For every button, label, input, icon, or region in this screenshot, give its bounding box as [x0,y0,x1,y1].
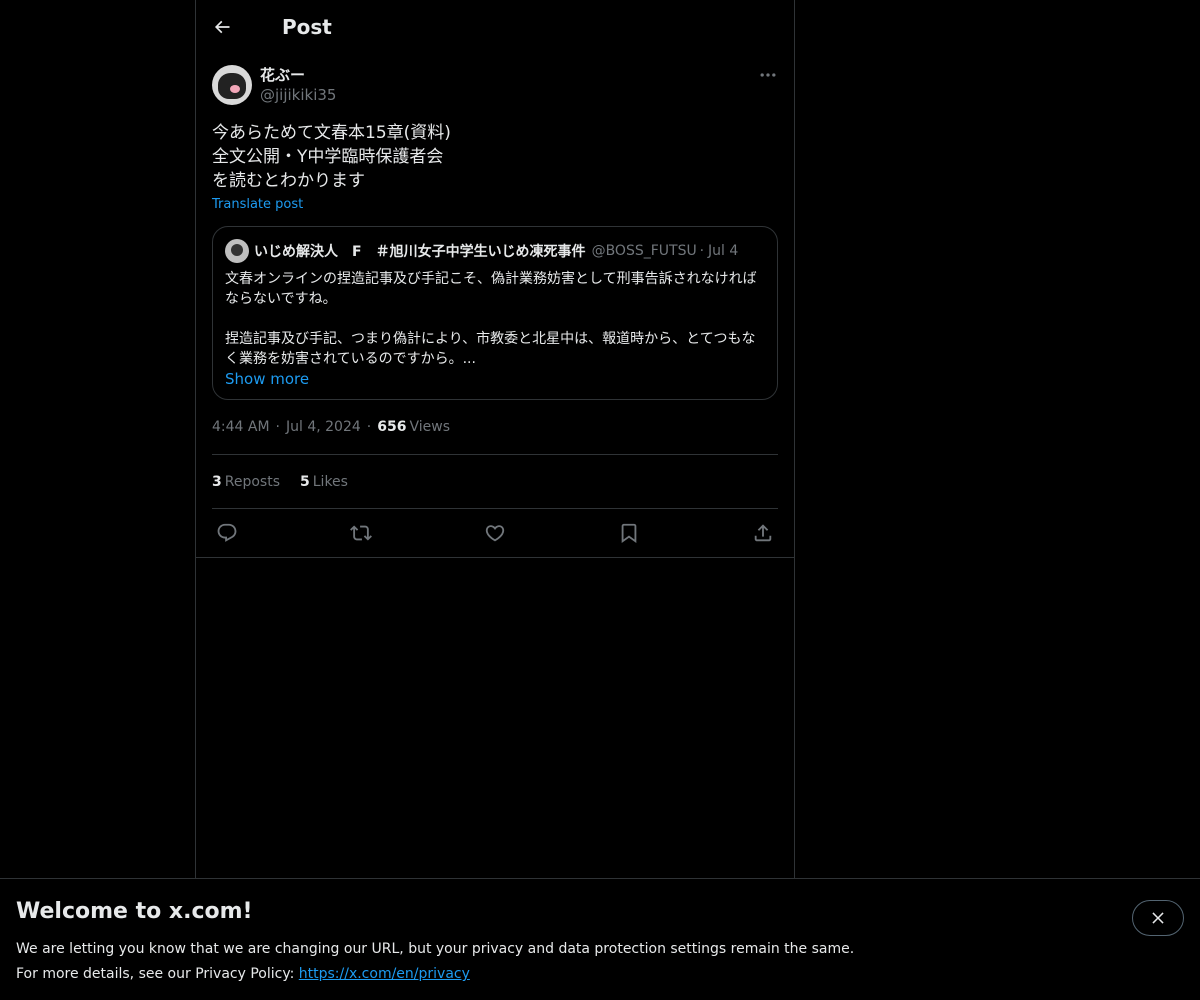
avatar[interactable] [212,65,252,105]
page-title: Post [282,14,332,39]
likes-label: Likes [312,473,348,490]
likes-stat[interactable]: 5 Likes [300,474,348,490]
banner-title: Welcome to x.com! [16,899,253,924]
post-meta: 4:44 AM · Jul 4, 2024 · 656 Views [212,416,778,438]
like-icon [485,525,505,542]
quoted-display-name: いじめ解決人 F ＃旭川女子中学生いじめ凍死事件 [254,244,586,260]
quoted-post[interactable]: いじめ解決人 F ＃旭川女子中学生いじめ凍死事件 @BOSS_FUTSU · J… [212,226,778,400]
url-change-banner: Welcome to x.com! We are letting you kno… [0,878,1200,1000]
views-label: Views [409,419,450,435]
author-info: 花ぶー @jijikiki35 [260,65,336,105]
page-header: Post [196,0,794,53]
author-display-name[interactable]: 花ぶー [260,65,336,85]
post-text: 今あらためて文春本15章(資料) 全文公開・Y中学臨時保護者会 を読むとわかりま… [212,123,451,191]
more-icon [760,73,776,77]
privacy-policy-link[interactable]: https://x.com/en/privacy [299,966,470,982]
post-column: Post 花ぶー @jijikiki35 今あらためて文春本15章(資料) 全文… [195,0,795,880]
banner-line-2: For more details, see our Privacy Policy… [16,962,1184,987]
repost-icon [350,525,372,541]
views-count: 656 [377,419,407,435]
share-icon [754,524,772,542]
post-article: 花ぶー @jijikiki35 今あらためて文春本15章(資料) 全文公開・Y中… [196,53,794,557]
share-button[interactable] [752,522,774,544]
quoted-handle: @BOSS_FUTSU [591,243,696,259]
back-arrow-icon [214,20,230,33]
banner-text: We are letting you know that we are chan… [16,937,1184,987]
banner-line-2-prefix: For more details, see our Privacy Policy… [16,966,299,982]
bookmark-icon [621,523,637,544]
post-date[interactable]: Jul 4, 2024 [286,419,361,435]
close-banner-button[interactable] [1132,900,1184,936]
action-bar [212,509,778,557]
quoted-avatar [225,239,249,263]
author-row: 花ぶー @jijikiki35 [212,65,778,105]
engagement-stats: 3 Reposts 5 Likes [212,455,778,508]
author-handle[interactable]: @jijikiki35 [260,85,336,105]
close-icon [1152,912,1164,924]
repost-button[interactable] [350,522,372,544]
reposts-label: Reposts [224,473,280,490]
reply-icon [217,523,237,542]
banner-line-1: We are letting you know that we are chan… [16,941,855,957]
bookmark-button[interactable] [618,522,640,544]
show-more-link[interactable]: Show more [225,369,309,389]
column-divider [196,557,794,558]
reply-button[interactable] [216,522,238,544]
likes-count: 5 [300,473,310,490]
more-button[interactable] [758,65,778,85]
avatar-nose-shape [230,85,240,93]
quoted-separator: · [699,243,705,259]
meta-separator: · [366,419,372,435]
translate-post-link[interactable]: Translate post [212,196,303,214]
meta-separator: · [275,419,280,435]
like-button[interactable] [484,522,506,544]
reposts-count: 3 [212,473,222,490]
quoted-date: Jul 4 [708,243,739,259]
reposts-stat[interactable]: 3 Reposts [212,474,280,490]
post-time[interactable]: 4:44 AM [212,419,270,435]
quoted-post-header: いじめ解決人 F ＃旭川女子中学生いじめ凍死事件 @BOSS_FUTSU · J… [225,239,765,263]
back-button[interactable] [212,17,232,37]
quoted-text: 文春オンラインの捏造記事及び手記こそ、偽計業務妨害として刑事告訴されなければなら… [225,271,757,367]
